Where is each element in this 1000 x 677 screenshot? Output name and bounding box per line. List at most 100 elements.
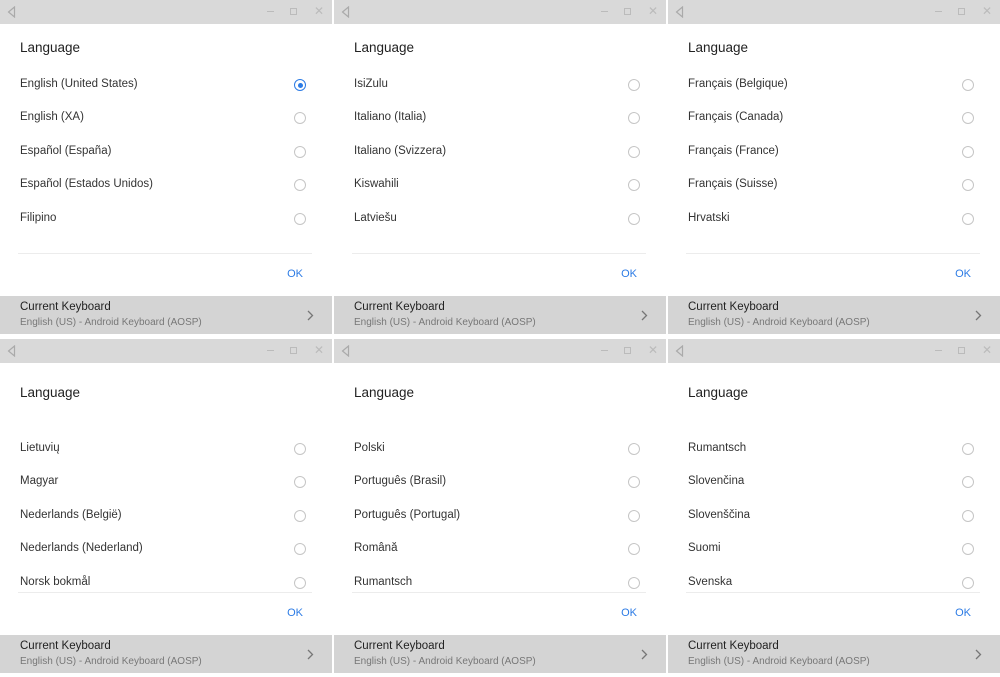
radio-button[interactable] (628, 543, 640, 556)
ok-button[interactable]: OK (955, 268, 971, 280)
language-option[interactable]: Română (334, 533, 666, 566)
maximize-icon[interactable] (290, 347, 297, 354)
current-keyboard-title: Current Keyboard (688, 640, 779, 652)
language-option[interactable]: Filipino (0, 203, 332, 236)
radio-button[interactable] (294, 476, 306, 489)
current-keyboard-row[interactable]: Current Keyboard English (US) - Android … (668, 635, 1000, 673)
close-icon[interactable]: ✕ (314, 343, 324, 357)
language-option[interactable]: Svenska (668, 567, 1000, 600)
close-icon[interactable]: ✕ (648, 4, 658, 18)
back-icon[interactable] (7, 5, 16, 23)
close-icon[interactable]: ✕ (982, 343, 992, 357)
maximize-icon[interactable] (290, 8, 297, 15)
radio-button[interactable] (294, 179, 306, 192)
language-option[interactable]: Español (España) (0, 136, 332, 169)
language-option[interactable]: Italiano (Italia) (334, 102, 666, 135)
radio-button[interactable] (294, 576, 306, 589)
radio-button[interactable] (628, 145, 640, 158)
language-option[interactable]: Norsk bokmål (0, 567, 332, 600)
minimize-icon[interactable] (267, 350, 274, 351)
language-option[interactable]: Español (Estados Unidos) (0, 169, 332, 202)
radio-button[interactable] (962, 179, 974, 192)
language-option[interactable]: Italiano (Svizzera) (334, 136, 666, 169)
language-option[interactable]: Rumantsch (668, 433, 1000, 466)
minimize-icon[interactable] (267, 11, 274, 12)
ok-button[interactable]: OK (621, 268, 637, 280)
language-option[interactable]: Nederlands (Nederland) (0, 533, 332, 566)
language-option[interactable]: English (United States) (0, 69, 332, 102)
radio-button[interactable] (294, 509, 306, 522)
language-option[interactable]: IsiZulu (334, 69, 666, 102)
radio-button[interactable] (962, 576, 974, 589)
current-keyboard-row[interactable]: Current Keyboard English (US) - Android … (668, 296, 1000, 334)
language-option[interactable]: Kiswahili (334, 169, 666, 202)
minimize-icon[interactable] (601, 11, 608, 12)
maximize-icon[interactable] (624, 347, 631, 354)
radio-button[interactable] (962, 79, 974, 91)
close-icon[interactable]: ✕ (314, 4, 324, 18)
radio-button[interactable] (962, 112, 974, 125)
window-titlebar: ✕ (334, 339, 666, 363)
language-option[interactable]: Rumantsch (334, 567, 666, 600)
radio-button[interactable] (628, 112, 640, 125)
ok-button[interactable]: OK (621, 607, 637, 619)
language-option[interactable]: Français (Belgique) (668, 69, 1000, 102)
minimize-icon[interactable] (935, 11, 942, 12)
maximize-icon[interactable] (958, 8, 965, 15)
ok-button[interactable]: OK (287, 268, 303, 280)
language-option[interactable]: Português (Portugal) (334, 500, 666, 533)
language-option-label: Rumantsch (688, 442, 747, 454)
minimize-icon[interactable] (601, 350, 608, 351)
radio-button[interactable] (628, 576, 640, 589)
current-keyboard-row[interactable]: Current Keyboard English (US) - Android … (0, 635, 332, 673)
radio-button[interactable] (962, 145, 974, 158)
radio-button[interactable] (962, 543, 974, 556)
minimize-icon[interactable] (935, 350, 942, 351)
radio-button-selected[interactable] (294, 79, 306, 91)
radio-button[interactable] (294, 212, 306, 225)
current-keyboard-row[interactable]: Current Keyboard English (US) - Android … (0, 296, 332, 334)
language-option[interactable]: Français (France) (668, 136, 1000, 169)
language-option[interactable]: Slovenščina (668, 500, 1000, 533)
radio-button[interactable] (962, 212, 974, 225)
language-option[interactable]: Slovenčina (668, 466, 1000, 499)
maximize-icon[interactable] (958, 347, 965, 354)
radio-button[interactable] (962, 509, 974, 522)
language-option[interactable]: Suomi (668, 533, 1000, 566)
back-icon[interactable] (341, 344, 350, 362)
language-option[interactable]: Português (Brasil) (334, 466, 666, 499)
back-icon[interactable] (675, 344, 684, 362)
language-option[interactable]: English (XA) (0, 102, 332, 135)
radio-button[interactable] (628, 509, 640, 522)
radio-button[interactable] (294, 145, 306, 158)
language-option[interactable]: Latviešu (334, 203, 666, 236)
radio-button[interactable] (962, 443, 974, 455)
radio-button[interactable] (628, 179, 640, 192)
radio-button[interactable] (962, 476, 974, 489)
close-icon[interactable]: ✕ (648, 343, 658, 357)
radio-button[interactable] (294, 112, 306, 125)
close-icon[interactable]: ✕ (982, 4, 992, 18)
ok-button[interactable]: OK (955, 607, 971, 619)
radio-button[interactable] (628, 79, 640, 91)
back-icon[interactable] (341, 5, 350, 23)
back-icon[interactable] (7, 344, 16, 362)
language-dialog: ✕ Language Polski Português (Brasil) Portu… (334, 339, 666, 675)
language-option[interactable]: Français (Canada) (668, 102, 1000, 135)
maximize-icon[interactable] (624, 8, 631, 15)
radio-button[interactable] (628, 212, 640, 225)
language-option[interactable]: Français (Suisse) (668, 169, 1000, 202)
language-option[interactable]: Nederlands (België) (0, 500, 332, 533)
radio-button[interactable] (628, 476, 640, 489)
language-option[interactable]: Polski (334, 433, 666, 466)
current-keyboard-row[interactable]: Current Keyboard English (US) - Android … (334, 296, 666, 334)
back-icon[interactable] (675, 5, 684, 23)
radio-button[interactable] (294, 443, 306, 455)
language-option[interactable]: Hrvatski (668, 203, 1000, 236)
language-option[interactable]: Lietuvių (0, 433, 332, 466)
language-option[interactable]: Magyar (0, 466, 332, 499)
ok-button[interactable]: OK (287, 607, 303, 619)
radio-button[interactable] (294, 543, 306, 556)
current-keyboard-row[interactable]: Current Keyboard English (US) - Android … (334, 635, 666, 673)
radio-button[interactable] (628, 443, 640, 455)
